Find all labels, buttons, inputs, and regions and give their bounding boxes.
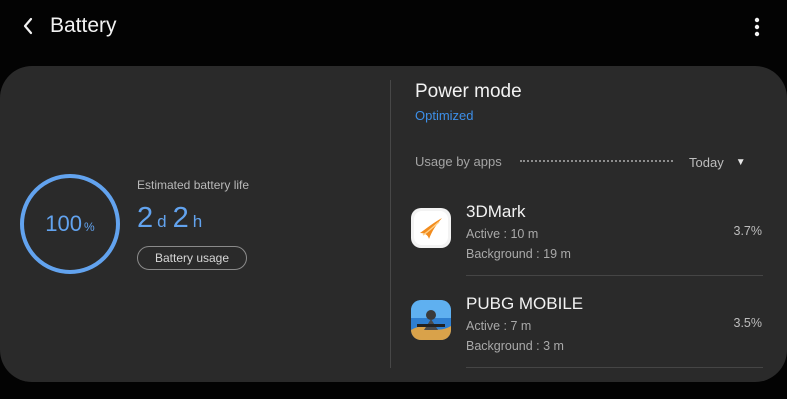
more-options-button[interactable] xyxy=(749,14,765,40)
app-name: 3DMark xyxy=(466,202,526,221)
back-arrow-icon xyxy=(23,17,33,35)
page-title: Battery xyxy=(50,14,117,37)
estimated-life-label: Estimated battery life xyxy=(137,178,250,192)
battery-percent-value: 100 xyxy=(45,211,83,236)
estimated-life-value: 2 d 2 h xyxy=(137,202,208,235)
dotted-leader xyxy=(520,160,673,162)
battery-percent-unit: % xyxy=(84,220,95,234)
app-usage-percent: 3.7% xyxy=(733,224,763,238)
app-active-time: Active : 7 m xyxy=(466,319,532,333)
app-usage-percent: 3.5% xyxy=(733,316,763,330)
hours-unit: h xyxy=(192,212,203,231)
vertical-divider xyxy=(390,80,391,368)
app-usage-row-pubg[interactable]: PUBG MOBILE Active : 7 m Background : 3 … xyxy=(405,286,765,376)
battery-usage-button[interactable]: Battery usage xyxy=(137,246,247,270)
period-dropdown[interactable]: Today ▼ xyxy=(689,152,746,172)
app-active-time: Active : 10 m xyxy=(466,227,539,241)
app-usage-row-3dmark[interactable]: 3DMark Active : 10 m Background : 19 m 3… xyxy=(405,194,765,284)
usage-by-apps-label: Usage by apps xyxy=(415,154,502,169)
app-background-time: Background : 3 m xyxy=(466,339,564,353)
row-divider xyxy=(466,367,763,368)
app-name: PUBG MOBILE xyxy=(466,294,584,313)
power-mode-title: Power mode xyxy=(415,81,522,102)
back-button[interactable] xyxy=(16,12,40,40)
days-unit: d xyxy=(157,212,167,231)
top-app-bar: Battery xyxy=(0,0,787,56)
3dmark-app-icon xyxy=(411,208,451,248)
app-background-time: Background : 19 m xyxy=(466,247,571,261)
dropdown-caret-icon: ▼ xyxy=(735,156,746,168)
battery-card: 100 % Estimated battery life 2 d 2 h Bat… xyxy=(0,66,787,382)
row-divider xyxy=(466,275,763,276)
hours-value: 2 xyxy=(172,202,189,234)
more-vert-icon xyxy=(754,17,760,37)
battery-percent: 100 % xyxy=(18,172,122,276)
power-mode-value: Optimized xyxy=(415,108,474,123)
days-value: 2 xyxy=(137,202,154,234)
period-value: Today xyxy=(689,154,724,170)
pubg-mobile-app-icon xyxy=(411,300,451,340)
